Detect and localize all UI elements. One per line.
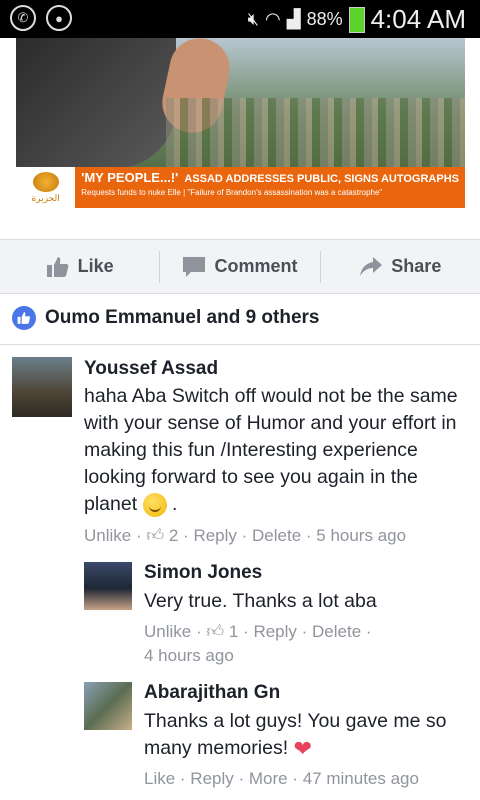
logo-mark-icon xyxy=(32,171,59,192)
avatar[interactable] xyxy=(84,682,132,730)
heart-emoji-icon: ❤ xyxy=(293,736,312,762)
comment-meta: Unlike · 👍︎ 2 · Reply · Delete · 5 hours… xyxy=(84,526,407,545)
smile-emoji-icon xyxy=(142,492,167,517)
action-bar: Like Comment Share xyxy=(0,239,480,294)
comment-time: 4 hours ago xyxy=(144,646,234,665)
person-figure xyxy=(16,38,176,168)
like-count: 2 xyxy=(168,526,179,545)
unlike-link[interactable]: Unlike xyxy=(144,622,191,641)
battery-icon xyxy=(348,6,365,33)
avatar[interactable] xyxy=(84,562,132,610)
comment-body: Thanks a lot guys! You gave me so many m… xyxy=(144,708,464,762)
comment-body: haha Aba Switch off would not be the sam… xyxy=(84,383,464,518)
comment-button[interactable]: Comment xyxy=(160,256,319,278)
ticker-subline: Requests funds to nuke Elle | "Failure o… xyxy=(81,188,383,197)
like-badge-icon xyxy=(12,306,36,330)
likes-text: Oumo Emmanuel and 9 others xyxy=(45,307,320,328)
ticker-subheadline: ASSAD ADDRESSES PUBLIC, SIGNS AUTOGRAPHS xyxy=(184,173,459,185)
status-bar: ✆ ● 🔇︎ ◠ ▟ 88% 4:04 AM xyxy=(0,0,480,38)
share-button[interactable]: Share xyxy=(321,256,480,278)
comment-author[interactable]: Simon Jones xyxy=(144,562,262,584)
mute-icon: 🔇︎ xyxy=(247,9,259,29)
share-label: Share xyxy=(391,256,442,276)
spacer xyxy=(0,208,480,238)
comment-time: 47 minutes ago xyxy=(302,769,419,788)
comment-author[interactable]: Youssef Assad xyxy=(84,358,218,380)
news-logo: الجزيرة xyxy=(16,167,76,208)
unlike-link[interactable]: Unlike xyxy=(84,526,131,545)
thumbs-up-icon xyxy=(46,256,68,277)
reply-link[interactable]: Reply xyxy=(190,769,233,788)
avatar[interactable] xyxy=(12,357,72,417)
reaction-count[interactable]: 👍︎ 2 xyxy=(146,526,178,545)
comment-meta: Unlike · 👍︎ 1 · Reply · Delete · 4 hours… xyxy=(144,622,372,665)
ticker-headline: 'MY PEOPLE...!' xyxy=(81,170,179,185)
reply-link[interactable]: Reply xyxy=(253,622,296,641)
logo-text: الجزيرة xyxy=(31,192,60,203)
ticker-bar: 'MY PEOPLE...!' ASSAD ADDRESSES PUBLIC, … xyxy=(75,167,465,208)
comment-meta: Like · Reply · More · 47 minutes ago xyxy=(144,769,419,788)
delete-link[interactable]: Delete xyxy=(312,622,361,641)
reaction-count[interactable]: 👍︎ 1 xyxy=(206,622,238,641)
share-arrow-icon xyxy=(360,256,383,276)
comment-text-end: . xyxy=(171,493,178,515)
like-label: Like xyxy=(77,256,114,276)
post-image[interactable]: الجزيرة 'MY PEOPLE...!' ASSAD ADDRESSES … xyxy=(16,38,465,208)
comment-author[interactable]: Abarajithan Gn xyxy=(144,682,280,704)
clock: 4:04 AM xyxy=(370,4,466,34)
reply-link[interactable]: Reply xyxy=(193,526,236,545)
news-ticker: الجزيرة 'MY PEOPLE...!' ASSAD ADDRESSES … xyxy=(16,167,465,208)
like-count: 1 xyxy=(228,622,239,641)
chat-icon: ● xyxy=(46,5,72,31)
comment-time: 5 hours ago xyxy=(316,526,407,545)
whatsapp-icon: ✆ xyxy=(10,5,36,31)
like-link[interactable]: Like xyxy=(144,769,175,788)
delete-link[interactable]: Delete xyxy=(252,526,301,545)
battery-percent: 88% xyxy=(306,9,343,29)
comment-text: Very true. Thanks a lot aba xyxy=(144,590,377,612)
thumbs-up-outline-icon: 👍︎ xyxy=(206,622,225,641)
signal-icon: ▟ xyxy=(286,9,301,29)
wifi-icon: ◠ xyxy=(265,9,281,29)
comment-label: Comment xyxy=(214,256,298,276)
comment-icon xyxy=(183,256,206,277)
comment-text: haha Aba Switch off would not be the sam… xyxy=(84,385,458,515)
thumbs-up-outline-icon: 👍︎ xyxy=(146,526,165,545)
like-button[interactable]: Like xyxy=(0,255,159,279)
likes-summary[interactable]: Oumo Emmanuel and 9 others xyxy=(0,292,480,345)
more-link[interactable]: More xyxy=(249,769,288,788)
